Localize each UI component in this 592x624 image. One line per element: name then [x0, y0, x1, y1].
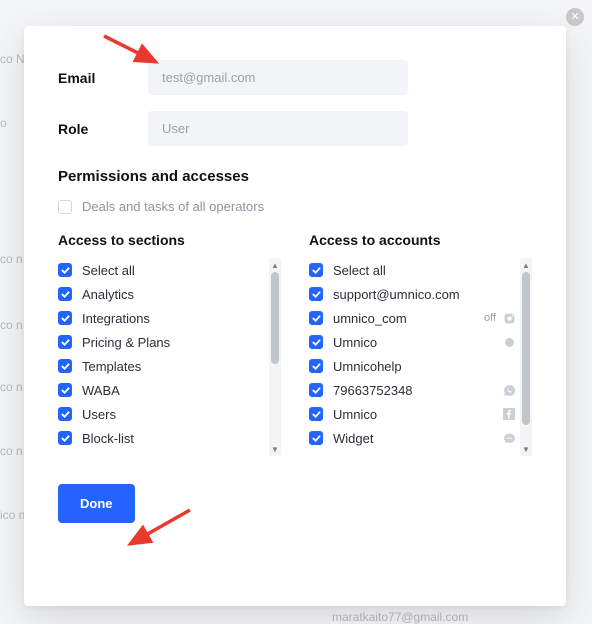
- deals-checkbox[interactable]: [58, 200, 72, 214]
- item-label: umnico_com: [333, 311, 480, 326]
- instagram-icon: [502, 311, 516, 325]
- checkbox[interactable]: [58, 431, 72, 445]
- done-button[interactable]: Done: [58, 484, 135, 523]
- role-field[interactable]: [148, 111, 408, 146]
- scroll-up-icon[interactable]: ▲: [269, 258, 281, 272]
- item-label: Select all: [82, 263, 265, 278]
- list-item: Integrations: [58, 306, 265, 330]
- list-item: Umnicohelp: [309, 354, 516, 378]
- list-item: Pricing & Plans: [58, 330, 265, 354]
- item-label: Widget: [333, 431, 496, 446]
- item-label: support@umnico.com: [333, 287, 516, 302]
- scroll-up-icon[interactable]: ▲: [520, 258, 532, 272]
- list-item: Block-list: [58, 426, 265, 450]
- sections-title: Access to sections: [58, 232, 281, 248]
- list-item: support@umnico.com: [309, 282, 516, 306]
- checkbox[interactable]: [309, 359, 323, 373]
- item-label: Block-list: [82, 431, 265, 446]
- accounts-title: Access to accounts: [309, 232, 532, 248]
- checkbox[interactable]: [309, 431, 323, 445]
- permissions-title: Permissions and accesses: [58, 168, 532, 185]
- role-label: Role: [58, 121, 148, 137]
- scroll-down-icon[interactable]: ▼: [520, 442, 532, 456]
- checkbox[interactable]: [309, 407, 323, 421]
- list-item: umnico_com off: [309, 306, 516, 330]
- item-label: Users: [82, 407, 265, 422]
- checkbox[interactable]: [309, 311, 323, 325]
- list-item: Select all: [58, 258, 265, 282]
- permissions-modal: Email Role Permissions and accesses Deal…: [24, 26, 566, 606]
- deals-label: Deals and tasks of all operators: [82, 199, 264, 214]
- list-item: WABA: [58, 378, 265, 402]
- scroll-down-icon[interactable]: ▼: [269, 442, 281, 456]
- checkbox[interactable]: [58, 383, 72, 397]
- checkbox[interactable]: [309, 383, 323, 397]
- accounts-list: Select all support@umnico.com umnico_com of…: [309, 258, 532, 456]
- list-item: Users: [58, 402, 265, 426]
- email-label: Email: [58, 70, 148, 86]
- checkbox[interactable]: [309, 287, 323, 301]
- checkbox[interactable]: [58, 287, 72, 301]
- close-icon: ✕: [570, 12, 579, 23]
- item-label: Umnico: [333, 335, 496, 350]
- whatsapp-icon: [502, 383, 516, 397]
- list-item: 79663752348: [309, 378, 516, 402]
- item-label: Integrations: [82, 311, 265, 326]
- email-field[interactable]: [148, 60, 408, 95]
- item-label: 79663752348: [333, 383, 496, 398]
- list-item: Select all: [309, 258, 516, 282]
- list-item: Umnico: [309, 330, 516, 354]
- list-item: Umnico: [309, 402, 516, 426]
- accounts-scrollbar[interactable]: ▲ ▼: [520, 258, 532, 456]
- checkbox[interactable]: [58, 359, 72, 373]
- item-label: Pricing & Plans: [82, 335, 265, 350]
- checkbox[interactable]: [309, 335, 323, 349]
- item-ext: off: [484, 312, 496, 324]
- item-label: Umnico: [333, 407, 496, 422]
- sections-column: Access to sections Select all Analytics In…: [58, 220, 281, 456]
- checkbox[interactable]: [58, 335, 72, 349]
- checkbox[interactable]: [58, 407, 72, 421]
- close-button[interactable]: ✕: [566, 8, 584, 26]
- item-label: Umnicohelp: [333, 359, 516, 374]
- list-item: Analytics: [58, 282, 265, 306]
- item-label: Select all: [333, 263, 516, 278]
- checkbox[interactable]: [58, 311, 72, 325]
- facebook-icon: [502, 407, 516, 421]
- checkbox[interactable]: [58, 263, 72, 277]
- sections-scrollbar[interactable]: ▲ ▼: [269, 258, 281, 456]
- list-item: Templates: [58, 354, 265, 378]
- accounts-column: Access to accounts Select all support@umn…: [309, 220, 532, 456]
- chat-icon: [502, 431, 516, 445]
- item-label: Templates: [82, 359, 265, 374]
- sections-list: Select all Analytics Integrations Pricing &…: [58, 258, 281, 456]
- item-label: WABA: [82, 383, 265, 398]
- item-label: Analytics: [82, 287, 265, 302]
- list-item: Widget: [309, 426, 516, 450]
- dot-icon: [502, 335, 516, 349]
- checkbox[interactable]: [309, 263, 323, 277]
